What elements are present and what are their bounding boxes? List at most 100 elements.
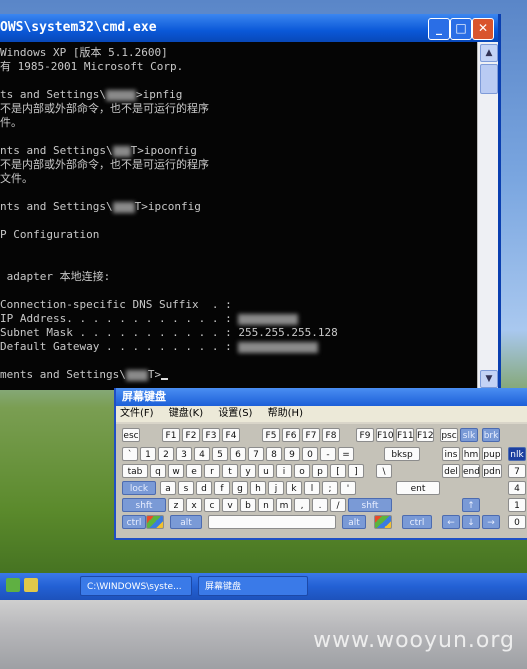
key-e[interactable]: e (186, 464, 202, 478)
key-t[interactable]: t (222, 464, 238, 478)
key-tab[interactable]: tab (122, 464, 148, 478)
key-o[interactable]: o (294, 464, 310, 478)
key-hm[interactable]: hm (462, 447, 480, 461)
taskbar-item-osk[interactable]: 屏幕键盘 (198, 576, 308, 596)
minimize-button[interactable]: _ (428, 18, 450, 40)
arrow-right-icon[interactable]: → (482, 515, 500, 529)
key-psc[interactable]: psc (440, 428, 458, 442)
key-pup[interactable]: pup (482, 447, 502, 461)
key-shft[interactable]: shft (348, 498, 392, 512)
key-39[interactable]: ' (340, 481, 356, 495)
key-u[interactable]: u (258, 464, 274, 478)
key-bksp[interactable]: bksp (384, 447, 420, 461)
key-end[interactable]: end (462, 464, 480, 478)
key-brk[interactable]: brk (482, 428, 500, 442)
key-q[interactable]: q (150, 464, 166, 478)
key-pdn[interactable]: pdn (482, 464, 502, 478)
key-g[interactable]: g (232, 481, 248, 495)
taskbar-item-cmd[interactable]: C:\WINDOWS\syste... (80, 576, 192, 596)
key-96[interactable]: ` (122, 447, 138, 461)
key-F3[interactable]: F3 (202, 428, 220, 442)
key-a[interactable]: a (160, 481, 176, 495)
key-F10[interactable]: F10 (376, 428, 394, 442)
key-j[interactable]: j (268, 481, 284, 495)
key-F8[interactable]: F8 (322, 428, 340, 442)
key-b[interactable]: b (240, 498, 256, 512)
windows-key-icon[interactable] (146, 515, 164, 529)
key-47[interactable]: / (330, 498, 346, 512)
key-0[interactable]: 0 (302, 447, 318, 461)
scroll-up-button[interactable]: ▲ (480, 44, 498, 62)
key-61[interactable]: = (338, 447, 354, 461)
key-alt[interactable]: alt (170, 515, 202, 529)
key-91[interactable]: [ (330, 464, 346, 478)
menu-help[interactable]: 帮助(H) (268, 408, 303, 419)
key-45[interactable]: - (320, 447, 336, 461)
key-lock[interactable]: lock (122, 481, 156, 495)
key-7[interactable]: 7 (508, 464, 526, 478)
key-i[interactable]: i (276, 464, 292, 478)
on-screen-keyboard-window[interactable]: 屏幕键盘 文件(F) 键盘(K) 设置(S) 帮助(H) esc F1 F2 F3 F4… (114, 388, 527, 540)
cmd-window[interactable]: OWS\system32\cmd.exe _ □ ✕ Windows XP [版… (0, 14, 501, 390)
key-ctrl[interactable]: ctrl (402, 515, 432, 529)
cmd-title-bar[interactable]: OWS\system32\cmd.exe _ □ ✕ (0, 14, 498, 42)
key-alt[interactable]: alt (342, 515, 366, 529)
vertical-scrollbar[interactable]: ▲ ▼ (477, 42, 498, 390)
key-F6[interactable]: F6 (282, 428, 300, 442)
key-esc[interactable]: esc (122, 428, 140, 442)
key-93[interactable]: ] (348, 464, 364, 478)
key-y[interactable]: y (240, 464, 256, 478)
key-r[interactable]: r (204, 464, 220, 478)
key-d[interactable]: d (196, 481, 212, 495)
key-n[interactable]: n (258, 498, 274, 512)
key-shft[interactable]: shft (122, 498, 166, 512)
key-1[interactable]: 1 (508, 498, 526, 512)
key-46[interactable]: . (312, 498, 328, 512)
key-F4[interactable]: F4 (222, 428, 240, 442)
key-44[interactable]: , (294, 498, 310, 512)
key-4[interactable]: 4 (508, 481, 526, 495)
key-s[interactable]: s (178, 481, 194, 495)
key-F11[interactable]: F11 (396, 428, 414, 442)
cmd-output[interactable]: Windows XP [版本 5.1.2600] 有 1985-2001 Mic… (0, 42, 478, 390)
key-ins[interactable]: ins (442, 447, 460, 461)
key-nlk[interactable]: nlk (508, 447, 526, 461)
key-F5[interactable]: F5 (262, 428, 280, 442)
key-f[interactable]: f (214, 481, 230, 495)
key-92[interactable]: \ (376, 464, 392, 478)
key-4[interactable]: 4 (194, 447, 210, 461)
key-ent[interactable]: ent (396, 481, 440, 495)
key-w[interactable]: w (168, 464, 184, 478)
quicklaunch-icon[interactable] (6, 578, 20, 592)
menu-file[interactable]: 文件(F) (120, 408, 154, 419)
key-p[interactable]: p (312, 464, 328, 478)
key-5[interactable]: 5 (212, 447, 228, 461)
key-del[interactable]: del (442, 464, 460, 478)
key-v[interactable]: v (222, 498, 238, 512)
close-button[interactable]: ✕ (472, 18, 494, 40)
key-F7[interactable]: F7 (302, 428, 320, 442)
key-3[interactable]: 3 (176, 447, 192, 461)
key-z[interactable]: z (168, 498, 184, 512)
key-F1[interactable]: F1 (162, 428, 180, 442)
key-h[interactable]: h (250, 481, 266, 495)
key-1[interactable]: 1 (140, 447, 156, 461)
menu-settings[interactable]: 设置(S) (218, 408, 252, 419)
key-F12[interactable]: F12 (416, 428, 434, 442)
key-F2[interactable]: F2 (182, 428, 200, 442)
key-m[interactable]: m (276, 498, 292, 512)
arrow-down-icon[interactable]: ↓ (462, 515, 480, 529)
scroll-down-button[interactable]: ▼ (480, 370, 498, 388)
key-8[interactable]: 8 (266, 447, 282, 461)
quicklaunch-icon[interactable] (24, 578, 38, 592)
key-c[interactable]: c (204, 498, 220, 512)
key-59[interactable]: ; (322, 481, 338, 495)
key-x[interactable]: x (186, 498, 202, 512)
key-6[interactable]: 6 (230, 447, 246, 461)
maximize-button[interactable]: □ (450, 18, 472, 40)
key-ctrl[interactable]: ctrl (122, 515, 146, 529)
key-F9[interactable]: F9 (356, 428, 374, 442)
menu-keyboard[interactable]: 键盘(K) (169, 408, 203, 419)
key-0[interactable]: 0 (508, 515, 526, 529)
osk-title-bar[interactable]: 屏幕键盘 (116, 388, 527, 406)
